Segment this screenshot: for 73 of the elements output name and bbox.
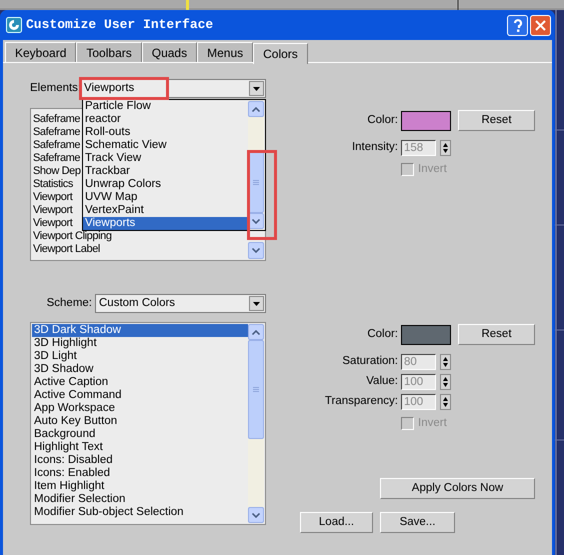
scheme-list[interactable]: [30, 322, 266, 525]
list-item[interactable]: App Workspace: [32, 402, 248, 415]
dropdown-option[interactable]: Track View: [83, 152, 248, 165]
chevron-down-icon: [252, 248, 260, 253]
list-item[interactable]: 3D Shadow: [32, 363, 248, 376]
list-item[interactable]: Viewport Clipping: [33, 230, 265, 243]
field-label: Color:: [366, 326, 398, 342]
list-item[interactable]: Modifier Sub-object Selection: [32, 506, 248, 519]
list-item[interactable]: Viewport Label: [33, 243, 265, 256]
list-item[interactable]: 3D Highlight: [32, 337, 248, 350]
tab[interactable]: Colors: [253, 43, 308, 64]
dropdown-list[interactable]: Particle Flow reactor Roll-outs Schematic View Track View Trackbar Unwrap Colors UVW Map VertexPaint Viewports: [82, 99, 266, 231]
scroll-down-button[interactable]: [248, 507, 264, 523]
field-label: Value:: [365, 374, 398, 390]
tab[interactable]: Quads: [142, 42, 198, 62]
chevron-down-icon: [252, 218, 260, 224]
spinner-icon[interactable]: [440, 354, 451, 370]
list-item[interactable]: Active Caption: [32, 376, 248, 389]
scroll-up-button[interactable]: [248, 101, 264, 117]
question-mark-icon: [512, 18, 522, 32]
chevron-down-icon: [252, 512, 260, 518]
dropdown-option[interactable]: Particle Flow: [83, 100, 248, 113]
dropdown-option[interactable]: UVW Map: [83, 191, 248, 204]
dropdown-option[interactable]: Trackbar: [83, 165, 248, 178]
window-title: Customize User Interface: [26, 16, 214, 34]
tab[interactable]: Toolbars: [76, 42, 142, 62]
dropdown-option[interactable]: Schematic View: [83, 139, 248, 152]
scheme-dropdown[interactable]: Custom Colors: [95, 294, 266, 313]
list-item[interactable]: 3D Light: [32, 350, 248, 363]
close-button[interactable]: [530, 14, 551, 36]
dropdown-option[interactable]: Unwrap Colors: [83, 178, 248, 191]
field-label: Saturation:: [341, 354, 398, 370]
list-item[interactable]: Auto Key Button: [32, 415, 248, 428]
field-label: Transparency:: [324, 394, 398, 410]
color-swatch[interactable]: [401, 110, 451, 130]
checkbox-label: Invert: [418, 162, 447, 177]
dropdown-option[interactable]: Viewports: [83, 217, 248, 230]
chevron-up-icon: [252, 330, 260, 334]
save-button[interactable]: Save...: [380, 512, 455, 534]
tab[interactable]: Keyboard: [5, 42, 76, 62]
list-item[interactable]: Modifier Selection: [32, 493, 248, 506]
scroll-down-button[interactable]: [248, 242, 264, 259]
help-button[interactable]: [507, 14, 528, 36]
field-label: Color:: [366, 112, 398, 128]
list-item[interactable]: Background: [32, 428, 248, 441]
scroll-up-button[interactable]: [248, 324, 264, 340]
tab[interactable]: Menus: [197, 42, 254, 62]
spinner-icon[interactable]: [440, 374, 451, 390]
field-label: Intensity:: [350, 140, 398, 156]
elements-dropdown[interactable]: Viewports: [80, 79, 266, 98]
chevron-up-icon: [252, 106, 260, 112]
scroll-thumb[interactable]: [248, 340, 264, 439]
reset-button[interactable]: Reset: [458, 110, 535, 131]
dropdown-option[interactable]: Roll-outs: [83, 126, 248, 139]
app-icon: [6, 17, 22, 33]
load-button[interactable]: Load...: [300, 512, 373, 534]
dropdown-option[interactable]: reactor: [83, 113, 248, 126]
field-label: Elements:: [30, 80, 78, 96]
spinner-icon[interactable]: [440, 394, 451, 410]
list-item[interactable]: 3D Dark Shadow: [32, 324, 248, 337]
list-item[interactable]: Item Highlight: [32, 480, 248, 493]
close-icon: [535, 20, 546, 30]
list-item[interactable]: Highlight Text: [32, 441, 248, 454]
list-item[interactable]: Icons: Enabled: [32, 467, 248, 480]
reset-button[interactable]: Reset: [458, 324, 535, 345]
list-item[interactable]: Active Command: [32, 389, 248, 402]
checkbox-label: Invert: [418, 416, 447, 431]
apply-colors-button[interactable]: Apply Colors Now: [380, 478, 535, 500]
field-label: Scheme:: [46, 296, 92, 311]
list-item[interactable]: Icons: Disabled: [32, 454, 248, 467]
color-swatch[interactable]: [401, 324, 451, 344]
dropdown-option[interactable]: VertexPaint: [83, 204, 248, 217]
spinner-icon[interactable]: [440, 140, 451, 156]
